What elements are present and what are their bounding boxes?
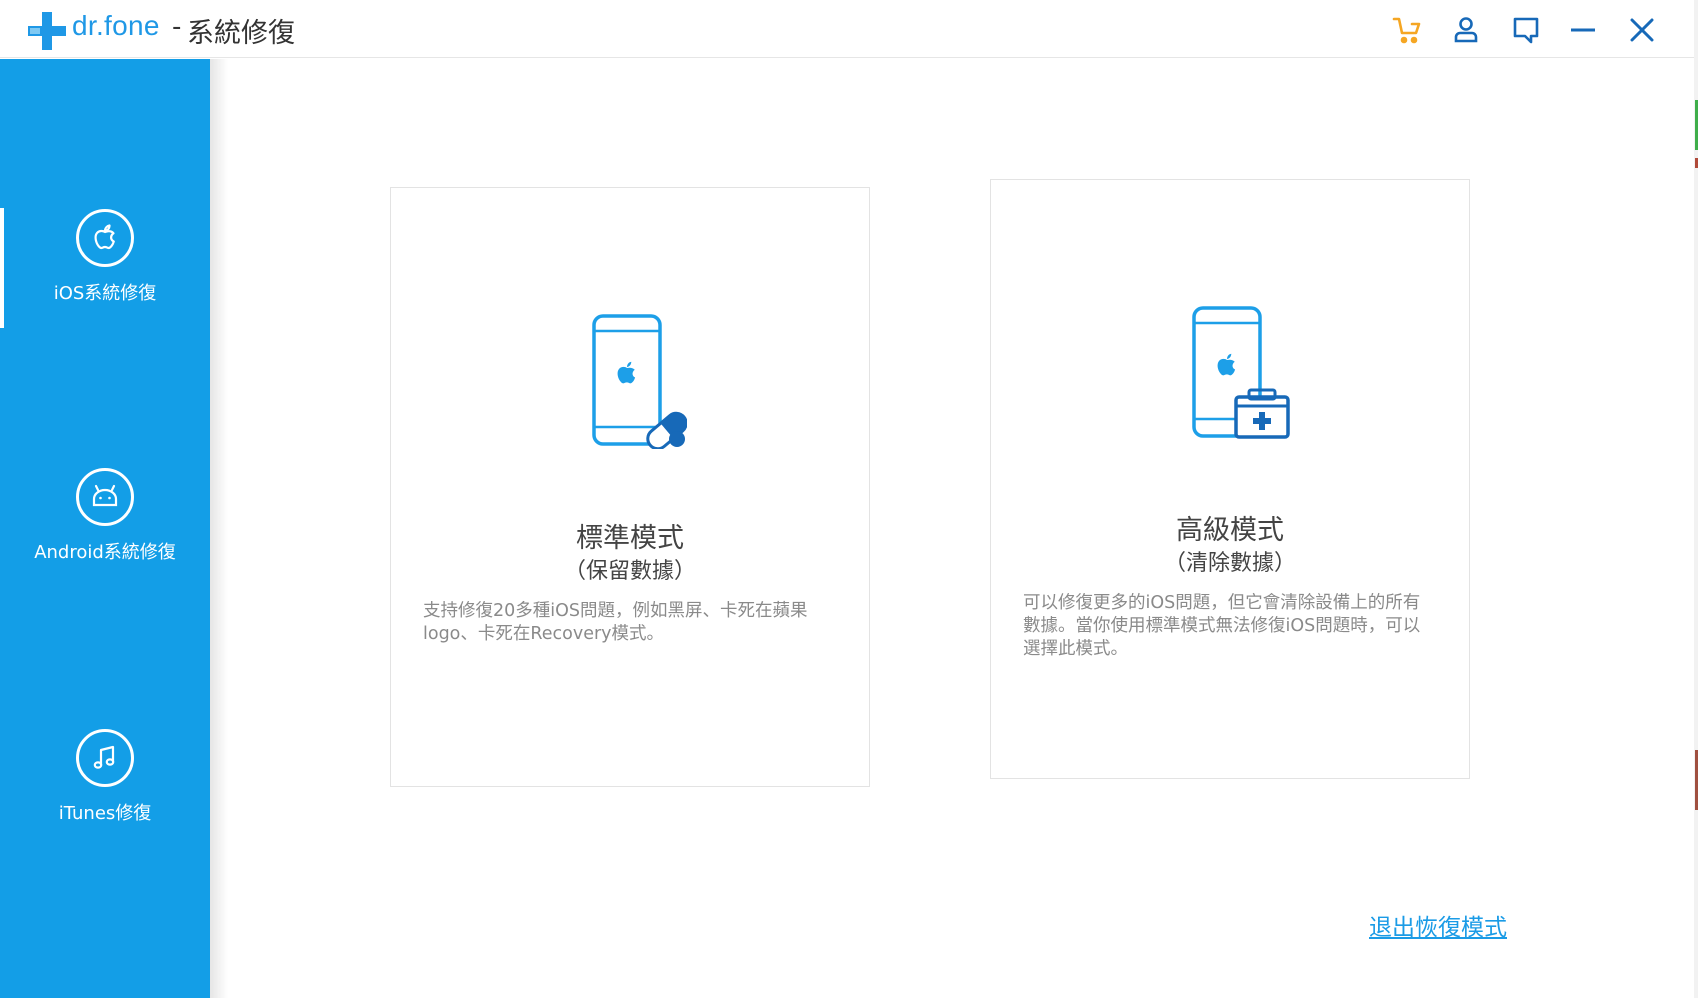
standard-mode-subtitle: （保留數據）: [563, 559, 696, 584]
title-separator: -: [172, 12, 182, 42]
phone-pill-icon: [592, 314, 687, 449]
sidebar-item-label: iTunes修復: [58, 803, 152, 824]
music-note-icon: [76, 729, 134, 787]
exit-recovery-mode-link[interactable]: 退出恢復模式: [1369, 908, 1507, 942]
phone-medkit-icon: [1192, 306, 1290, 439]
sidebar-item-label: Android系統修復: [34, 542, 176, 563]
android-icon: [76, 468, 134, 526]
sidebar-item-ios-repair[interactable]: iOS系統修復: [0, 209, 210, 305]
cart-icon[interactable]: [1390, 13, 1424, 47]
sidebar: iOS系統修復 Android系統修復 iTunes修復: [0, 59, 210, 998]
sidebar-item-itunes-repair[interactable]: iTunes修復: [0, 729, 210, 825]
sidebar-item-label: iOS系統修復: [53, 283, 157, 304]
sidebar-item-android-repair[interactable]: Android系統修復: [0, 468, 210, 564]
standard-mode-description: 支持修復20多種iOS問題，例如黑屏、卡死在蘋果 logo、卡死在Recover…: [423, 601, 808, 644]
close-icon[interactable]: [1625, 13, 1659, 47]
drfone-logo-icon: [28, 12, 66, 50]
standard-mode-title: 標準模式: [576, 523, 684, 554]
apple-icon: [76, 209, 134, 267]
advanced-mode-title: 高級模式: [1176, 515, 1284, 546]
minimize-icon[interactable]: [1566, 13, 1600, 47]
advanced-mode-subtitle: （清除數據）: [1163, 551, 1296, 576]
advanced-mode-description: 可以修復更多的iOS問題，但它會清除設備上的所有 數據。當你使用標準模式無法修復…: [1023, 593, 1421, 659]
title-bar: dr.fone - 系統修復: [0, 0, 1698, 58]
advanced-mode-card[interactable]: 高級模式 （清除數據） 可以修復更多的iOS問題，但它會清除設備上的所有 數據。…: [990, 179, 1470, 779]
sidebar-shadow: [210, 59, 228, 998]
window-title: 系統修復: [187, 18, 295, 49]
feedback-icon[interactable]: [1509, 13, 1543, 47]
standard-mode-card[interactable]: 標準模式 （保留數據） 支持修復20多種iOS問題，例如黑屏、卡死在蘋果 log…: [390, 187, 870, 787]
brand-name: dr.fone: [72, 10, 160, 41]
user-icon[interactable]: [1449, 13, 1483, 47]
